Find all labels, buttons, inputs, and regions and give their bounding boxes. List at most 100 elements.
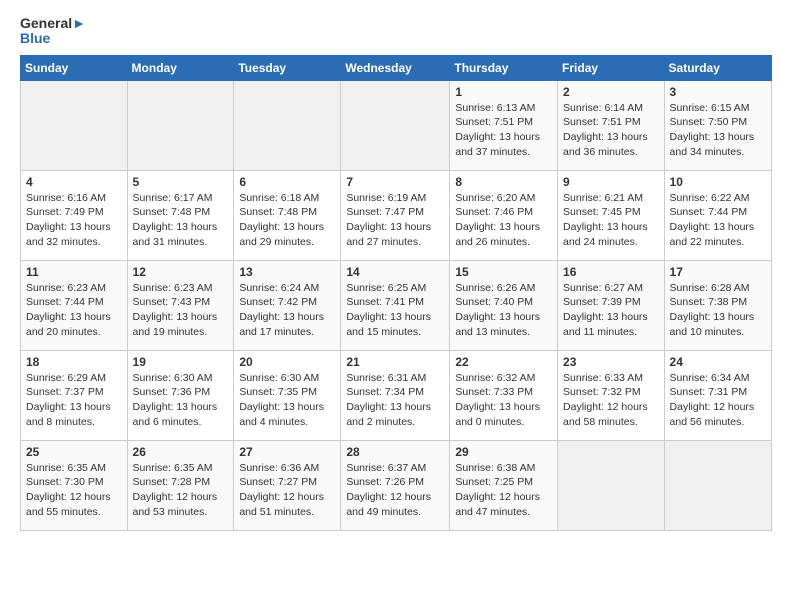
day-detail: Sunrise: 6:35 AMSunset: 7:28 PMDaylight:… <box>133 461 229 520</box>
day-number: 25 <box>26 445 122 459</box>
calendar-cell: 2 Sunrise: 6:14 AMSunset: 7:51 PMDaylight… <box>558 80 665 170</box>
day-detail: Sunrise: 6:18 AMSunset: 7:48 PMDaylight:… <box>239 191 335 250</box>
day-number: 13 <box>239 265 335 279</box>
calendar-week-row: 18 Sunrise: 6:29 AMSunset: 7:37 PMDayligh… <box>21 350 772 440</box>
column-header-thursday: Thursday <box>450 55 558 80</box>
day-detail: Sunrise: 6:14 AMSunset: 7:51 PMDaylight:… <box>563 101 659 160</box>
calendar-cell: 10 Sunrise: 6:22 AMSunset: 7:44 PMDayligh… <box>664 170 771 260</box>
day-detail: Sunrise: 6:23 AMSunset: 7:44 PMDaylight:… <box>26 281 122 340</box>
calendar-header-row: SundayMondayTuesdayWednesdayThursdayFrid… <box>21 55 772 80</box>
day-detail: Sunrise: 6:35 AMSunset: 7:30 PMDaylight:… <box>26 461 122 520</box>
day-detail: Sunrise: 6:32 AMSunset: 7:33 PMDaylight:… <box>455 371 552 430</box>
day-number: 22 <box>455 355 552 369</box>
column-header-monday: Monday <box>127 55 234 80</box>
calendar-week-row: 1 Sunrise: 6:13 AMSunset: 7:51 PMDaylight… <box>21 80 772 170</box>
calendar-week-row: 25 Sunrise: 6:35 AMSunset: 7:30 PMDayligh… <box>21 440 772 530</box>
day-detail: Sunrise: 6:37 AMSunset: 7:26 PMDaylight:… <box>346 461 444 520</box>
calendar-cell: 12 Sunrise: 6:23 AMSunset: 7:43 PMDayligh… <box>127 260 234 350</box>
calendar-cell: 9 Sunrise: 6:21 AMSunset: 7:45 PMDaylight… <box>558 170 665 260</box>
column-header-wednesday: Wednesday <box>341 55 450 80</box>
calendar-cell: 23Sunrise: 6:33 AMSunset: 7:32 PMDayligh… <box>558 350 665 440</box>
day-detail: Sunrise: 6:24 AMSunset: 7:42 PMDaylight:… <box>239 281 335 340</box>
calendar-cell: 26 Sunrise: 6:35 AMSunset: 7:28 PMDayligh… <box>127 440 234 530</box>
day-number: 23 <box>563 355 659 369</box>
calendar-cell: 18 Sunrise: 6:29 AMSunset: 7:37 PMDayligh… <box>21 350 128 440</box>
day-detail: Sunrise: 6:30 AMSunset: 7:36 PMDaylight:… <box>133 371 229 430</box>
day-detail: Sunrise: 6:22 AMSunset: 7:44 PMDaylight:… <box>670 191 766 250</box>
calendar-cell: 25 Sunrise: 6:35 AMSunset: 7:30 PMDayligh… <box>21 440 128 530</box>
day-number: 20 <box>239 355 335 369</box>
day-detail: Sunrise: 6:17 AMSunset: 7:48 PMDaylight:… <box>133 191 229 250</box>
day-detail: Sunrise: 6:19 AMSunset: 7:47 PMDaylight:… <box>346 191 444 250</box>
day-number: 26 <box>133 445 229 459</box>
day-number: 1 <box>455 85 552 99</box>
calendar-cell: 21Sunrise: 6:31 AMSunset: 7:34 PMDayligh… <box>341 350 450 440</box>
calendar-cell: 27 Sunrise: 6:36 AMSunset: 7:27 PMDayligh… <box>234 440 341 530</box>
day-detail: Sunrise: 6:25 AMSunset: 7:41 PMDaylight:… <box>346 281 444 340</box>
day-detail: Sunrise: 6:15 AMSunset: 7:50 PMDaylight:… <box>670 101 766 160</box>
column-header-saturday: Saturday <box>664 55 771 80</box>
day-number: 19 <box>133 355 229 369</box>
day-number: 3 <box>670 85 766 99</box>
day-detail: Sunrise: 6:29 AMSunset: 7:37 PMDaylight:… <box>26 371 122 430</box>
day-number: 27 <box>239 445 335 459</box>
day-detail: Sunrise: 6:21 AMSunset: 7:45 PMDaylight:… <box>563 191 659 250</box>
calendar-cell: 24Sunrise: 6:34 AMSunset: 7:31 PMDayligh… <box>664 350 771 440</box>
calendar-cell: 8Sunrise: 6:20 AMSunset: 7:46 PMDaylight… <box>450 170 558 260</box>
day-number: 6 <box>239 175 335 189</box>
calendar-cell: 16 Sunrise: 6:27 AMSunset: 7:39 PMDayligh… <box>558 260 665 350</box>
calendar-cell: 20 Sunrise: 6:30 AMSunset: 7:35 PMDayligh… <box>234 350 341 440</box>
day-number: 10 <box>670 175 766 189</box>
day-number: 9 <box>563 175 659 189</box>
calendar-cell: 5 Sunrise: 6:17 AMSunset: 7:48 PMDaylight… <box>127 170 234 260</box>
day-number: 4 <box>26 175 122 189</box>
day-number: 5 <box>133 175 229 189</box>
calendar-cell <box>234 80 341 170</box>
day-detail: Sunrise: 6:36 AMSunset: 7:27 PMDaylight:… <box>239 461 335 520</box>
calendar-cell <box>558 440 665 530</box>
calendar-cell: 4Sunrise: 6:16 AMSunset: 7:49 PMDaylight… <box>21 170 128 260</box>
day-detail: Sunrise: 6:13 AMSunset: 7:51 PMDaylight:… <box>455 101 552 160</box>
calendar-cell <box>21 80 128 170</box>
calendar-cell: 7 Sunrise: 6:19 AMSunset: 7:47 PMDaylight… <box>341 170 450 260</box>
day-number: 7 <box>346 175 444 189</box>
day-detail: Sunrise: 6:20 AMSunset: 7:46 PMDaylight:… <box>455 191 552 250</box>
day-number: 21 <box>346 355 444 369</box>
calendar-cell: 19 Sunrise: 6:30 AMSunset: 7:36 PMDayligh… <box>127 350 234 440</box>
day-number: 2 <box>563 85 659 99</box>
column-header-friday: Friday <box>558 55 665 80</box>
calendar-cell: 29 Sunrise: 6:38 AMSunset: 7:25 PMDayligh… <box>450 440 558 530</box>
calendar-cell <box>341 80 450 170</box>
calendar-cell: 22 Sunrise: 6:32 AMSunset: 7:33 PMDayligh… <box>450 350 558 440</box>
day-number: 15 <box>455 265 552 279</box>
day-number: 24 <box>670 355 766 369</box>
logo: General► Blue <box>20 16 86 47</box>
calendar-cell <box>664 440 771 530</box>
day-number: 18 <box>26 355 122 369</box>
calendar-cell: 14 Sunrise: 6:25 AMSunset: 7:41 PMDayligh… <box>341 260 450 350</box>
day-number: 17 <box>670 265 766 279</box>
column-header-tuesday: Tuesday <box>234 55 341 80</box>
logo-graphic: General► Blue <box>20 16 86 47</box>
day-number: 12 <box>133 265 229 279</box>
calendar-week-row: 4Sunrise: 6:16 AMSunset: 7:49 PMDaylight… <box>21 170 772 260</box>
day-number: 14 <box>346 265 444 279</box>
calendar: SundayMondayTuesdayWednesdayThursdayFrid… <box>20 55 772 531</box>
day-detail: Sunrise: 6:28 AMSunset: 7:38 PMDaylight:… <box>670 281 766 340</box>
day-number: 16 <box>563 265 659 279</box>
calendar-week-row: 11 Sunrise: 6:23 AMSunset: 7:44 PMDayligh… <box>21 260 772 350</box>
day-detail: Sunrise: 6:27 AMSunset: 7:39 PMDaylight:… <box>563 281 659 340</box>
day-detail: Sunrise: 6:23 AMSunset: 7:43 PMDaylight:… <box>133 281 229 340</box>
column-header-sunday: Sunday <box>21 55 128 80</box>
day-detail: Sunrise: 6:30 AMSunset: 7:35 PMDaylight:… <box>239 371 335 430</box>
day-detail: Sunrise: 6:26 AMSunset: 7:40 PMDaylight:… <box>455 281 552 340</box>
calendar-cell: 6 Sunrise: 6:18 AMSunset: 7:48 PMDaylight… <box>234 170 341 260</box>
calendar-cell: 13 Sunrise: 6:24 AMSunset: 7:42 PMDayligh… <box>234 260 341 350</box>
calendar-cell <box>127 80 234 170</box>
day-detail: Sunrise: 6:38 AMSunset: 7:25 PMDaylight:… <box>455 461 552 520</box>
calendar-cell: 17 Sunrise: 6:28 AMSunset: 7:38 PMDayligh… <box>664 260 771 350</box>
day-number: 11 <box>26 265 122 279</box>
calendar-cell: 11 Sunrise: 6:23 AMSunset: 7:44 PMDayligh… <box>21 260 128 350</box>
day-number: 29 <box>455 445 552 459</box>
header: General► Blue <box>20 16 772 47</box>
